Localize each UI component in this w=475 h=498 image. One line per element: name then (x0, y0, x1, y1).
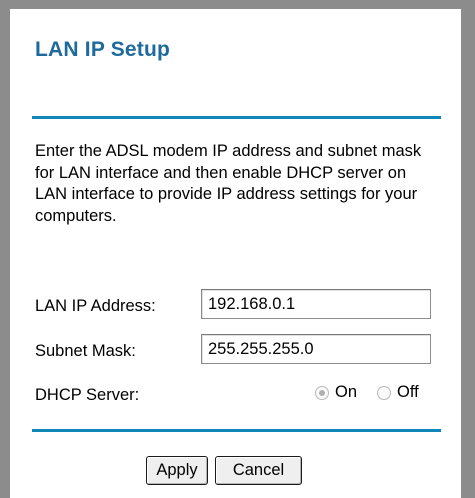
dhcp-off-option[interactable]: Off (377, 383, 419, 402)
description-text: Enter the ADSL modem IP address and subn… (35, 142, 422, 225)
apply-button[interactable]: Apply (146, 456, 208, 485)
top-divider (32, 116, 441, 119)
subnet-mask-label: Subnet Mask: (35, 342, 136, 360)
dhcp-on-radio[interactable] (315, 385, 329, 400)
page-title: LAN IP Setup (35, 38, 171, 61)
dhcp-off-label: Off (397, 383, 419, 401)
bottom-divider (32, 429, 441, 432)
window-frame: LAN IP Setup Enter the ADSL modem IP add… (0, 0, 475, 498)
subnet-mask-input[interactable] (201, 334, 431, 364)
lan-ip-label: LAN IP Address: (35, 297, 156, 315)
dhcp-on-label: On (335, 383, 358, 401)
lan-ip-address-input[interactable] (201, 289, 431, 319)
lan-ip-setup-panel: LAN IP Setup Enter the ADSL modem IP add… (10, 9, 461, 498)
cancel-button[interactable]: Cancel (215, 456, 302, 485)
dhcp-server-label: DHCP Server: (35, 386, 140, 404)
dhcp-off-radio[interactable] (377, 385, 391, 400)
dhcp-on-option[interactable]: On (315, 383, 357, 402)
